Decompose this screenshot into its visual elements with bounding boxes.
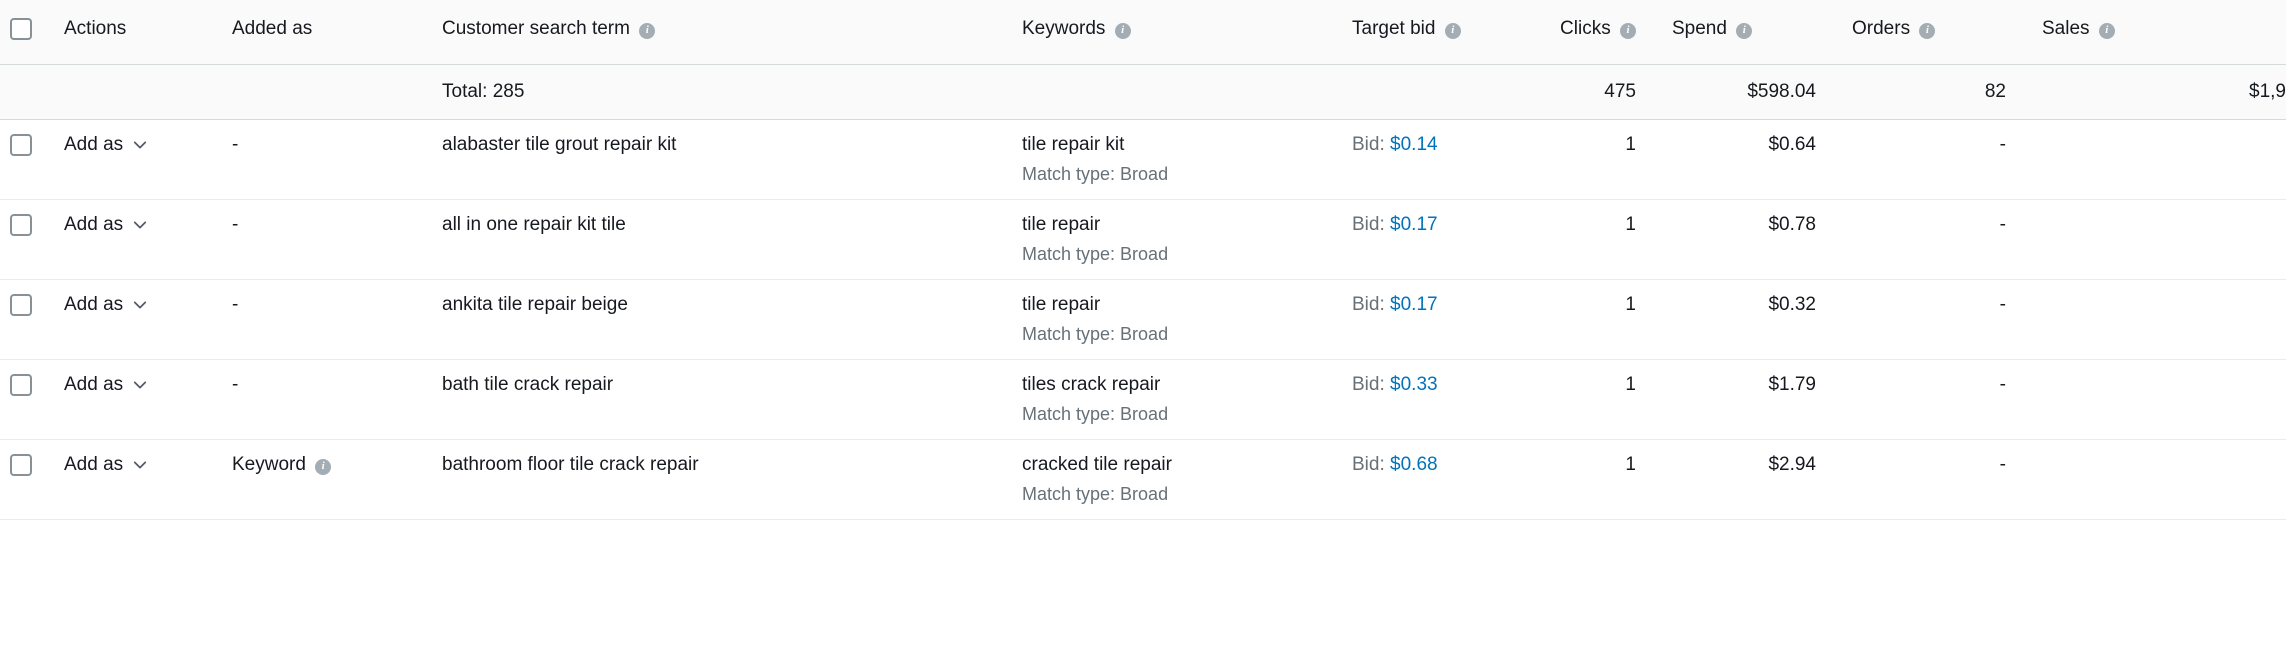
add-as-label: Add as <box>64 374 123 396</box>
header-spend[interactable]: Spend <box>1672 18 1727 39</box>
info-icon[interactable]: i <box>1919 23 1935 39</box>
search-term: ankita tile repair beige <box>442 294 628 315</box>
bid-label: Bid: <box>1352 374 1390 395</box>
table-row: Add as - all in one repair kit tile tile re… <box>0 200 2286 280</box>
spend-value: $0.32 <box>1768 294 1816 315</box>
search-term: all in one repair kit tile <box>442 214 626 235</box>
info-icon[interactable]: i <box>1115 23 1131 39</box>
match-type: Match type: Broad <box>1022 244 1324 265</box>
row-checkbox[interactable] <box>10 134 32 156</box>
added-as-value: - <box>232 374 238 395</box>
search-term: alabaster tile grout repair kit <box>442 134 676 155</box>
add-as-label: Add as <box>64 134 123 156</box>
info-icon[interactable]: i <box>639 23 655 39</box>
header-customer-search-term[interactable]: Customer search term <box>442 18 630 39</box>
match-type: Match type: Broad <box>1022 404 1324 425</box>
spend-value: $0.64 <box>1768 134 1816 155</box>
table-row: Add as - bath tile crack repair tiles crack… <box>0 360 2286 440</box>
chevron-down-icon <box>133 298 147 312</box>
bid-value-link[interactable]: $0.17 <box>1390 294 1438 315</box>
added-as-value: - <box>232 134 238 155</box>
table-row: Add as - alabaster tile grout repair kit ti… <box>0 120 2286 200</box>
keyword-text: tile repair kit <box>1022 134 1124 155</box>
bid-value-link[interactable]: $0.33 <box>1390 374 1438 395</box>
orders-value: - <box>2000 134 2006 155</box>
clicks-value: 1 <box>1625 374 1636 395</box>
bid-value-link[interactable]: $0.68 <box>1390 454 1438 475</box>
add-as-label: Add as <box>64 214 123 236</box>
totals-orders: 82 <box>1985 81 2006 102</box>
info-icon[interactable]: i <box>2099 23 2115 39</box>
clicks-value: 1 <box>1625 454 1636 475</box>
chevron-down-icon <box>133 458 147 472</box>
table-row: Add as - ankita tile repair beige tile repa… <box>0 280 2286 360</box>
keyword-text: tiles crack repair <box>1022 374 1160 395</box>
add-as-button[interactable]: Add as <box>64 454 147 476</box>
spend-value: $2.94 <box>1768 454 1816 475</box>
orders-value: - <box>2000 374 2006 395</box>
bid-value-link[interactable]: $0.17 <box>1390 214 1438 235</box>
search-term: bathroom floor tile crack repair <box>442 454 699 475</box>
match-type: Match type: Broad <box>1022 324 1324 345</box>
added-as-value: - <box>232 294 238 315</box>
spend-value: $1.79 <box>1768 374 1816 395</box>
header-row: Actions Added as Customer search term i … <box>0 0 2286 65</box>
select-all-checkbox[interactable] <box>10 18 32 40</box>
header-clicks[interactable]: Clicks <box>1560 18 1611 39</box>
bid-label: Bid: <box>1352 214 1390 235</box>
added-as-value: - <box>232 214 238 235</box>
clicks-value: 1 <box>1625 294 1636 315</box>
header-orders[interactable]: Orders <box>1852 18 1910 39</box>
keyword-text: tile repair <box>1022 294 1100 315</box>
search-terms-table: Actions Added as Customer search term i … <box>0 0 2286 520</box>
keyword-text: cracked tile repair <box>1022 454 1172 475</box>
orders-value: - <box>2000 294 2006 315</box>
header-target-bid[interactable]: Target bid <box>1352 18 1435 39</box>
bid-value-link[interactable]: $0.14 <box>1390 134 1438 155</box>
add-as-label: Add as <box>64 294 123 316</box>
chevron-down-icon <box>133 378 147 392</box>
match-type: Match type: Broad <box>1022 484 1324 505</box>
totals-sales: $1,9 <box>2249 81 2286 102</box>
row-checkbox[interactable] <box>10 374 32 396</box>
add-as-button[interactable]: Add as <box>64 374 147 396</box>
header-sales[interactable]: Sales <box>2042 18 2090 39</box>
totals-clicks: 475 <box>1604 81 1636 102</box>
info-icon[interactable]: i <box>1620 23 1636 39</box>
row-checkbox[interactable] <box>10 454 32 476</box>
info-icon[interactable]: i <box>1445 23 1461 39</box>
bid-label: Bid: <box>1352 134 1390 155</box>
table-row: Add as Keyword i bathroom floor tile crack… <box>0 440 2286 520</box>
orders-value: - <box>2000 454 2006 475</box>
totals-spend: $598.04 <box>1747 81 1816 102</box>
clicks-value: 1 <box>1625 134 1636 155</box>
keyword-text: tile repair <box>1022 214 1100 235</box>
added-as-value: Keyword <box>232 454 306 475</box>
header-actions[interactable]: Actions <box>64 18 126 39</box>
row-checkbox[interactable] <box>10 294 32 316</box>
match-type: Match type: Broad <box>1022 164 1324 185</box>
clicks-value: 1 <box>1625 214 1636 235</box>
add-as-label: Add as <box>64 454 123 476</box>
add-as-button[interactable]: Add as <box>64 214 147 236</box>
add-as-button[interactable]: Add as <box>64 294 147 316</box>
info-icon[interactable]: i <box>315 459 331 475</box>
bid-label: Bid: <box>1352 294 1390 315</box>
header-keywords[interactable]: Keywords <box>1022 18 1105 39</box>
search-term: bath tile crack repair <box>442 374 613 395</box>
row-checkbox[interactable] <box>10 214 32 236</box>
bid-label: Bid: <box>1352 454 1390 475</box>
chevron-down-icon <box>133 218 147 232</box>
add-as-button[interactable]: Add as <box>64 134 147 156</box>
chevron-down-icon <box>133 138 147 152</box>
info-icon[interactable]: i <box>1736 23 1752 39</box>
header-added-as[interactable]: Added as <box>232 18 312 39</box>
totals-label: Total: 285 <box>442 81 524 102</box>
orders-value: - <box>2000 214 2006 235</box>
spend-value: $0.78 <box>1768 214 1816 235</box>
totals-row: Total: 285 475 $598.04 82 $1,9 <box>0 65 2286 120</box>
